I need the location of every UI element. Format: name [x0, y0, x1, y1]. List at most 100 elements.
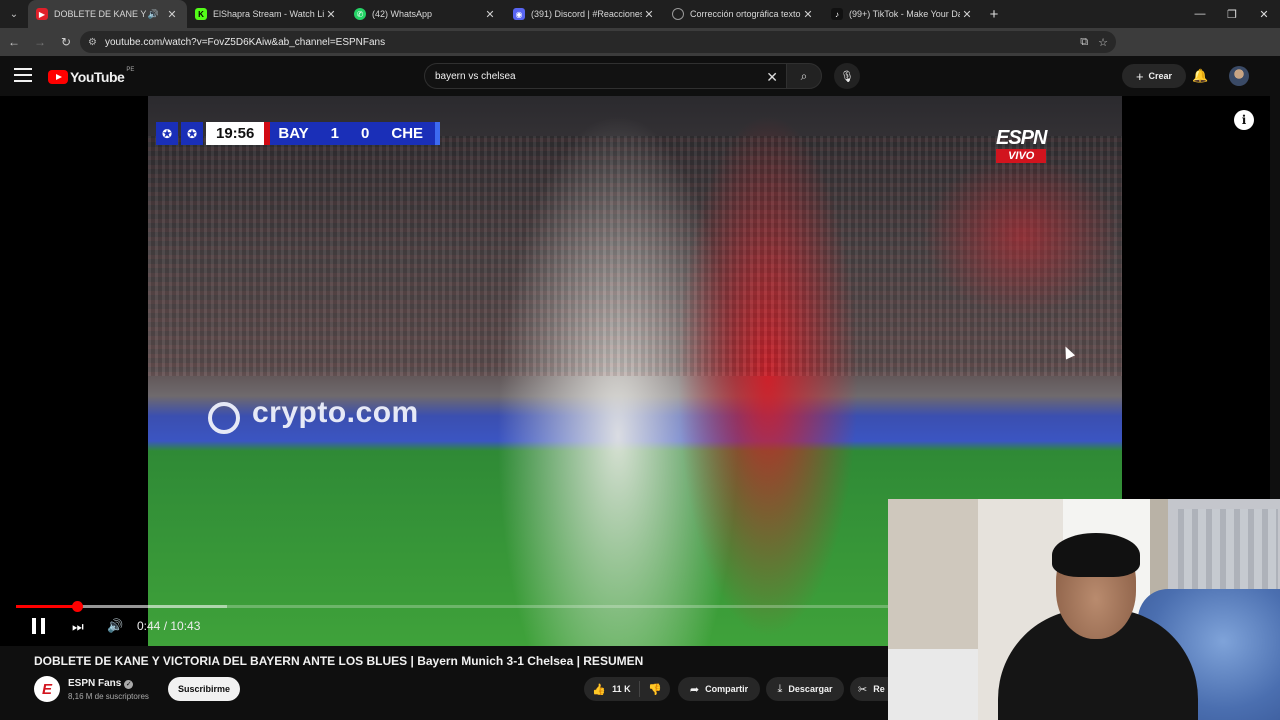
download-label: Descargar [788, 684, 833, 694]
clear-search-icon[interactable]: ✕ [766, 69, 778, 86]
channel-name[interactable]: ESPN Fans ✓ [68, 678, 134, 689]
ad-board-text: crypto.com [252, 396, 419, 429]
tab-title: Corrección ortográfica texto [690, 9, 801, 19]
bookmark-star-icon[interactable]: ☆ [1098, 36, 1108, 49]
restore-icon[interactable]: ❐ [1216, 0, 1248, 28]
back-arrow-icon[interactable]: ← [2, 30, 26, 54]
home-team: BAY [278, 125, 309, 142]
tab-kick[interactable]: K ElShapra Stream - Watch Live o ✕ [187, 0, 346, 28]
channel-avatar[interactable]: E [34, 676, 60, 702]
progress-bar[interactable] [16, 601, 888, 612]
webcam-chair [888, 649, 978, 720]
tab-close-icon[interactable]: ✕ [642, 8, 656, 21]
home-score: 1 [330, 125, 340, 142]
search-input[interactable]: bayern vs chelsea ✕ [424, 63, 786, 89]
address-bar[interactable]: ⚙ youtube.com/watch?v=FovZ5D6KAiw&ab_cha… [80, 31, 1116, 53]
hamburger-menu-icon[interactable] [14, 68, 32, 84]
create-button[interactable]: + Crear [1122, 64, 1186, 88]
match-clock: 19:56 [206, 122, 265, 145]
thumbs-down-icon: 👎 [648, 683, 662, 696]
played-bar [16, 605, 78, 608]
volume-icon[interactable]: 🔊 [107, 618, 123, 634]
live-badge: VIVO [996, 149, 1047, 163]
youtube-favicon-icon: ▶ [36, 8, 48, 20]
share-label: Compartir [705, 684, 749, 694]
kick-favicon-icon: K [195, 8, 207, 20]
like-dislike-group: 👍 11 K 👎 [584, 677, 670, 701]
create-label: Crear [1148, 71, 1173, 81]
search-query: bayern vs chelsea [435, 70, 516, 82]
webcam-overlay [888, 499, 1280, 720]
account-avatar[interactable] [1229, 66, 1249, 86]
share-arrow-icon: ➦ [689, 683, 700, 696]
youtube-logo[interactable]: YouTube PE [48, 67, 135, 85]
info-icon[interactable]: i [1234, 110, 1254, 130]
browser-tab-strip: ⌄ ▶ DOBLETE DE KANE Y VICTO 🔊 ✕ K ElShap… [0, 0, 1280, 28]
thumbs-up-icon: 👍 [592, 683, 607, 696]
globe-favicon-icon [672, 8, 684, 20]
forward-arrow-icon[interactable]: → [28, 30, 52, 54]
tab-whatsapp[interactable]: ✆ (42) WhatsApp ✕ [346, 0, 505, 28]
espn-logo: ESPN [996, 127, 1047, 149]
score-line: BAY 1 0 CHE [270, 122, 436, 145]
away-score: 0 [361, 125, 370, 142]
notifications-bell-icon[interactable]: 🔔 [1192, 68, 1208, 84]
tab-search-chevron-icon[interactable]: ⌄ [2, 2, 26, 26]
channel-name-text: ESPN Fans [68, 678, 122, 689]
tab-close-icon[interactable]: ✕ [801, 8, 815, 21]
scissors-icon: ✂ [858, 683, 868, 696]
tab-close-icon[interactable]: ✕ [165, 8, 179, 21]
tab-tiktok[interactable]: ♪ (99+) TikTok - Make Your Day ✕ [823, 0, 982, 28]
tab-close-icon[interactable]: ✕ [324, 8, 338, 21]
verified-check-icon: ✓ [124, 680, 134, 689]
subscriber-count: 8,16 M de suscriptores [68, 692, 149, 701]
discord-favicon-icon: ◉ [513, 8, 525, 20]
video-title: DOBLETE DE KANE Y VICTORIA DEL BAYERN AN… [34, 654, 644, 668]
tab-title: (391) Discord | #Reacciones-cl [531, 9, 642, 19]
youtube-wordmark: YouTube [70, 69, 125, 85]
whatsapp-favicon-icon: ✆ [354, 8, 366, 20]
webcam-person-hair [1052, 533, 1140, 577]
window-close-icon[interactable]: ✕ [1248, 0, 1280, 28]
tab-title: (99+) TikTok - Make Your Day [849, 9, 960, 19]
window-controls: — ❐ ✕ [1184, 0, 1280, 28]
tab-title: ElShapra Stream - Watch Live o [213, 9, 324, 19]
tab-title: DOBLETE DE KANE Y VICTO [54, 9, 148, 19]
tab-audio-icon[interactable]: 🔊 [148, 9, 159, 20]
tab-youtube[interactable]: ▶ DOBLETE DE KANE Y VICTO 🔊 ✕ [28, 0, 187, 28]
download-arrow-icon: ⤓ [777, 682, 783, 695]
install-app-icon[interactable]: ⧉ [1080, 36, 1088, 49]
ucl-starball-icon: ✪ [181, 122, 203, 145]
search-icon: ⌕ [800, 68, 808, 83]
tab-discord[interactable]: ◉ (391) Discord | #Reacciones-cl ✕ [505, 0, 664, 28]
download-button[interactable]: ⤓ Descargar [766, 677, 844, 701]
like-count: 11 K [612, 684, 631, 694]
tab-close-icon[interactable]: ✕ [960, 8, 974, 21]
share-button[interactable]: ➦ Compartir [678, 677, 760, 701]
youtube-play-logo-icon [48, 70, 68, 84]
new-tab-plus-icon[interactable]: + [982, 0, 1006, 28]
tab-close-icon[interactable]: ✕ [483, 8, 497, 21]
country-code: PE [126, 67, 135, 73]
crowd-red-flags [922, 156, 1122, 316]
browser-toolbar: ← → ↻ ⚙ youtube.com/watch?v=FovZ5D6KAiw&… [0, 28, 1280, 77]
voice-search-mic-icon[interactable]: 🎙 [834, 63, 860, 89]
reload-icon[interactable]: ↻ [54, 30, 78, 54]
minimize-icon[interactable]: — [1184, 0, 1216, 28]
url-text: youtube.com/watch?v=FovZ5D6KAiw&ab_chann… [104, 36, 386, 48]
like-button[interactable]: 👍 11 K [584, 681, 640, 697]
youtube-header: YouTube PE bayern vs chelsea ✕ ⌕ 🎙 + Cre… [0, 56, 1280, 96]
next-icon[interactable]: ⏭ [72, 619, 84, 635]
tiktok-favicon-icon: ♪ [831, 8, 843, 20]
tab-spellcheck[interactable]: Corrección ortográfica texto ✕ [664, 0, 823, 28]
ucl-starball-icon: ✪ [156, 122, 178, 145]
away-team: CHE [391, 125, 424, 142]
plus-icon: + [1135, 68, 1144, 84]
dislike-button[interactable]: 👎 [640, 683, 670, 696]
time-display: 0:44 / 10:43 [137, 619, 201, 633]
subscribe-button[interactable]: Suscribirme [168, 677, 240, 701]
site-info-icon[interactable]: ⚙ [88, 37, 97, 48]
scrubber-handle[interactable] [72, 601, 84, 612]
pause-icon[interactable] [32, 618, 46, 634]
search-button[interactable]: ⌕ [786, 63, 822, 89]
